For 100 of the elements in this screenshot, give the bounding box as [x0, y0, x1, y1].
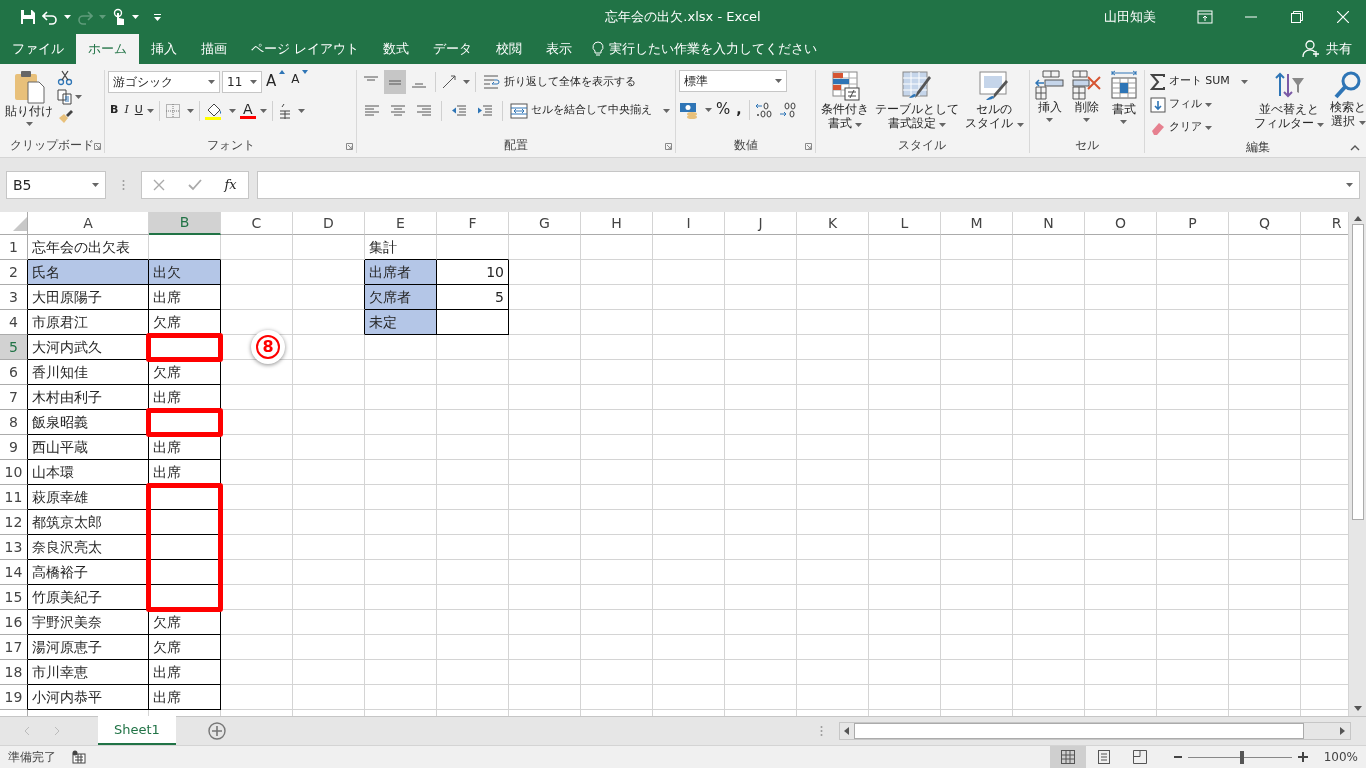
sheet-cell: 市川幸恵 [28, 660, 149, 685]
ribbon-tab[interactable]: データ [421, 34, 485, 64]
column-header[interactable]: G [509, 212, 581, 235]
delete-cells-button[interactable]: 削除 [1068, 70, 1105, 137]
column-header[interactable]: F [437, 212, 509, 235]
sheet-cell: 山本環 [28, 460, 149, 485]
find-select-button[interactable]: 検索と 選択 [1328, 70, 1366, 139]
sheet-cell: 竹原美紀子 [28, 585, 149, 610]
status-text: 準備完了 [8, 749, 56, 766]
sheet-tab[interactable]: Sheet1 [98, 716, 176, 745]
row-header[interactable]: 16 [0, 610, 28, 635]
row-header[interactable]: 17 [0, 635, 28, 660]
ribbon-tab[interactable]: ホーム [76, 34, 139, 64]
sheet-cell: 湯河原恵子 [28, 635, 149, 660]
column-header[interactable]: D [293, 212, 365, 235]
header-cell: 氏名 [28, 260, 149, 285]
zoom-level[interactable]: 100% [1323, 748, 1358, 766]
number-format-dropdown[interactable]: 標準 [679, 70, 787, 92]
group-label: 編集 [1246, 139, 1270, 156]
row-header[interactable]: 1 [0, 235, 28, 260]
sheet-cell: 宇野沢美奈 [28, 610, 149, 635]
share-link[interactable]: 共有 [1326, 39, 1352, 59]
clear-button[interactable]: クリア [1147, 116, 1250, 139]
bold-button[interactable]: B [108, 99, 121, 122]
column-header[interactable]: O [1085, 212, 1157, 235]
ribbon-tab[interactable]: ファイル [0, 34, 76, 64]
row-header[interactable]: 14 [0, 560, 28, 585]
column-header[interactable]: A [28, 212, 149, 235]
sheet-cell: 奈良沢亮太 [28, 535, 149, 560]
column-header[interactable]: I [653, 212, 725, 235]
column-header[interactable]: L [869, 212, 941, 235]
user-name[interactable]: 山田知美 [1104, 7, 1156, 27]
column-header[interactable]: K [797, 212, 869, 235]
name-box[interactable]: B5 [6, 171, 106, 199]
group-label: クリップボード [10, 137, 94, 154]
row-header[interactable]: 3 [0, 285, 28, 310]
sheet-cell: 10 [437, 260, 509, 285]
ribbon-tab[interactable]: 校閲 [484, 34, 535, 64]
sheet-cell: 出席 [149, 435, 221, 460]
cell-styles-button[interactable]: セルの スタイル [963, 70, 1026, 137]
fill-button[interactable]: フィル [1147, 93, 1250, 116]
font-size-dropdown[interactable]: 11 [222, 70, 262, 93]
row-header[interactable]: 11 [0, 485, 28, 510]
column-header[interactable]: N [1013, 212, 1085, 235]
sheet-cell: 都筑京太郎 [28, 510, 149, 535]
tell-me-field[interactable]: 実行したい作業を入力してください [609, 39, 870, 59]
column-header[interactable]: M [941, 212, 1013, 235]
sheet-cell: 大田原陽子 [28, 285, 149, 310]
row-header[interactable]: 9 [0, 435, 28, 460]
wrap-text-button[interactable]: 折り返して全体を表示する [481, 70, 638, 94]
window-title: 忘年会の出欠.xlsx - Excel [605, 9, 761, 25]
ribbon-tab[interactable]: 表示 [534, 34, 585, 64]
format-as-table-button[interactable]: テーブルとして 書式設定 [873, 70, 961, 137]
conditional-format-button[interactable]: 条件付き 書式 [819, 70, 871, 137]
group-label: スタイル [898, 137, 947, 154]
sheet-cell: 萩原幸雄 [28, 485, 149, 510]
sheet-cell: 市原君江 [28, 310, 149, 335]
autosum-button[interactable]: オート SUM [1147, 70, 1250, 93]
sheet-cell: 欠席 [149, 360, 221, 385]
sheet-cell: 出席 [149, 385, 221, 410]
underline-button[interactable]: U [132, 99, 145, 122]
column-header[interactable]: B [149, 212, 221, 235]
column-header[interactable]: P [1157, 212, 1229, 235]
merge-center-button[interactable]: セルを結合して中央揃え [508, 99, 672, 122]
header-cell: 未定 [365, 310, 437, 335]
paste-button[interactable]: 貼り付け [3, 70, 55, 137]
row-header[interactable]: 8 [0, 410, 28, 435]
ribbon-tab[interactable]: 描画 [189, 34, 239, 64]
insert-cells-button[interactable]: 挿入 [1032, 70, 1067, 137]
row-header[interactable]: 18 [0, 660, 28, 685]
ribbon-tab[interactable]: ページ レイアウト [239, 34, 372, 64]
column-header[interactable]: C [221, 212, 293, 235]
comma-button[interactable]: , [734, 98, 744, 121]
row-header[interactable]: 4 [0, 310, 28, 335]
shrink-font-button[interactable]: A [289, 70, 311, 93]
font-color-button[interactable]: A [237, 100, 258, 121]
font-name-dropdown[interactable]: 游ゴシック [108, 70, 220, 93]
row-header[interactable]: 10 [0, 460, 28, 485]
row-header[interactable]: 6 [0, 360, 28, 385]
row-header[interactable]: 19 [0, 685, 28, 710]
italic-button[interactable]: I [122, 99, 131, 122]
sheet-cell: 出席 [149, 685, 221, 710]
row-header[interactable]: 12 [0, 510, 28, 535]
format-cells-button[interactable]: 書式 [1106, 70, 1141, 137]
insert-function-button[interactable]: fx [224, 175, 237, 195]
row-header[interactable]: 7 [0, 385, 28, 410]
row-header[interactable]: 2 [0, 260, 28, 285]
row-header[interactable]: 13 [0, 535, 28, 560]
sheet-cell: 5 [437, 285, 509, 310]
ribbon-tab[interactable]: 数式 [371, 34, 422, 64]
ribbon-tab[interactable]: 挿入 [139, 34, 189, 64]
column-header[interactable]: J [725, 212, 797, 235]
grow-font-button[interactable]: A [264, 70, 288, 93]
percent-button[interactable]: % [714, 98, 733, 121]
column-header[interactable]: H [581, 212, 653, 235]
column-header[interactable]: E [365, 212, 437, 235]
row-header[interactable]: 5 [0, 335, 28, 360]
column-header[interactable]: Q [1229, 212, 1301, 235]
sort-filter-button[interactable]: 並べ替えと フィルター [1251, 70, 1327, 139]
row-header[interactable]: 15 [0, 585, 28, 610]
